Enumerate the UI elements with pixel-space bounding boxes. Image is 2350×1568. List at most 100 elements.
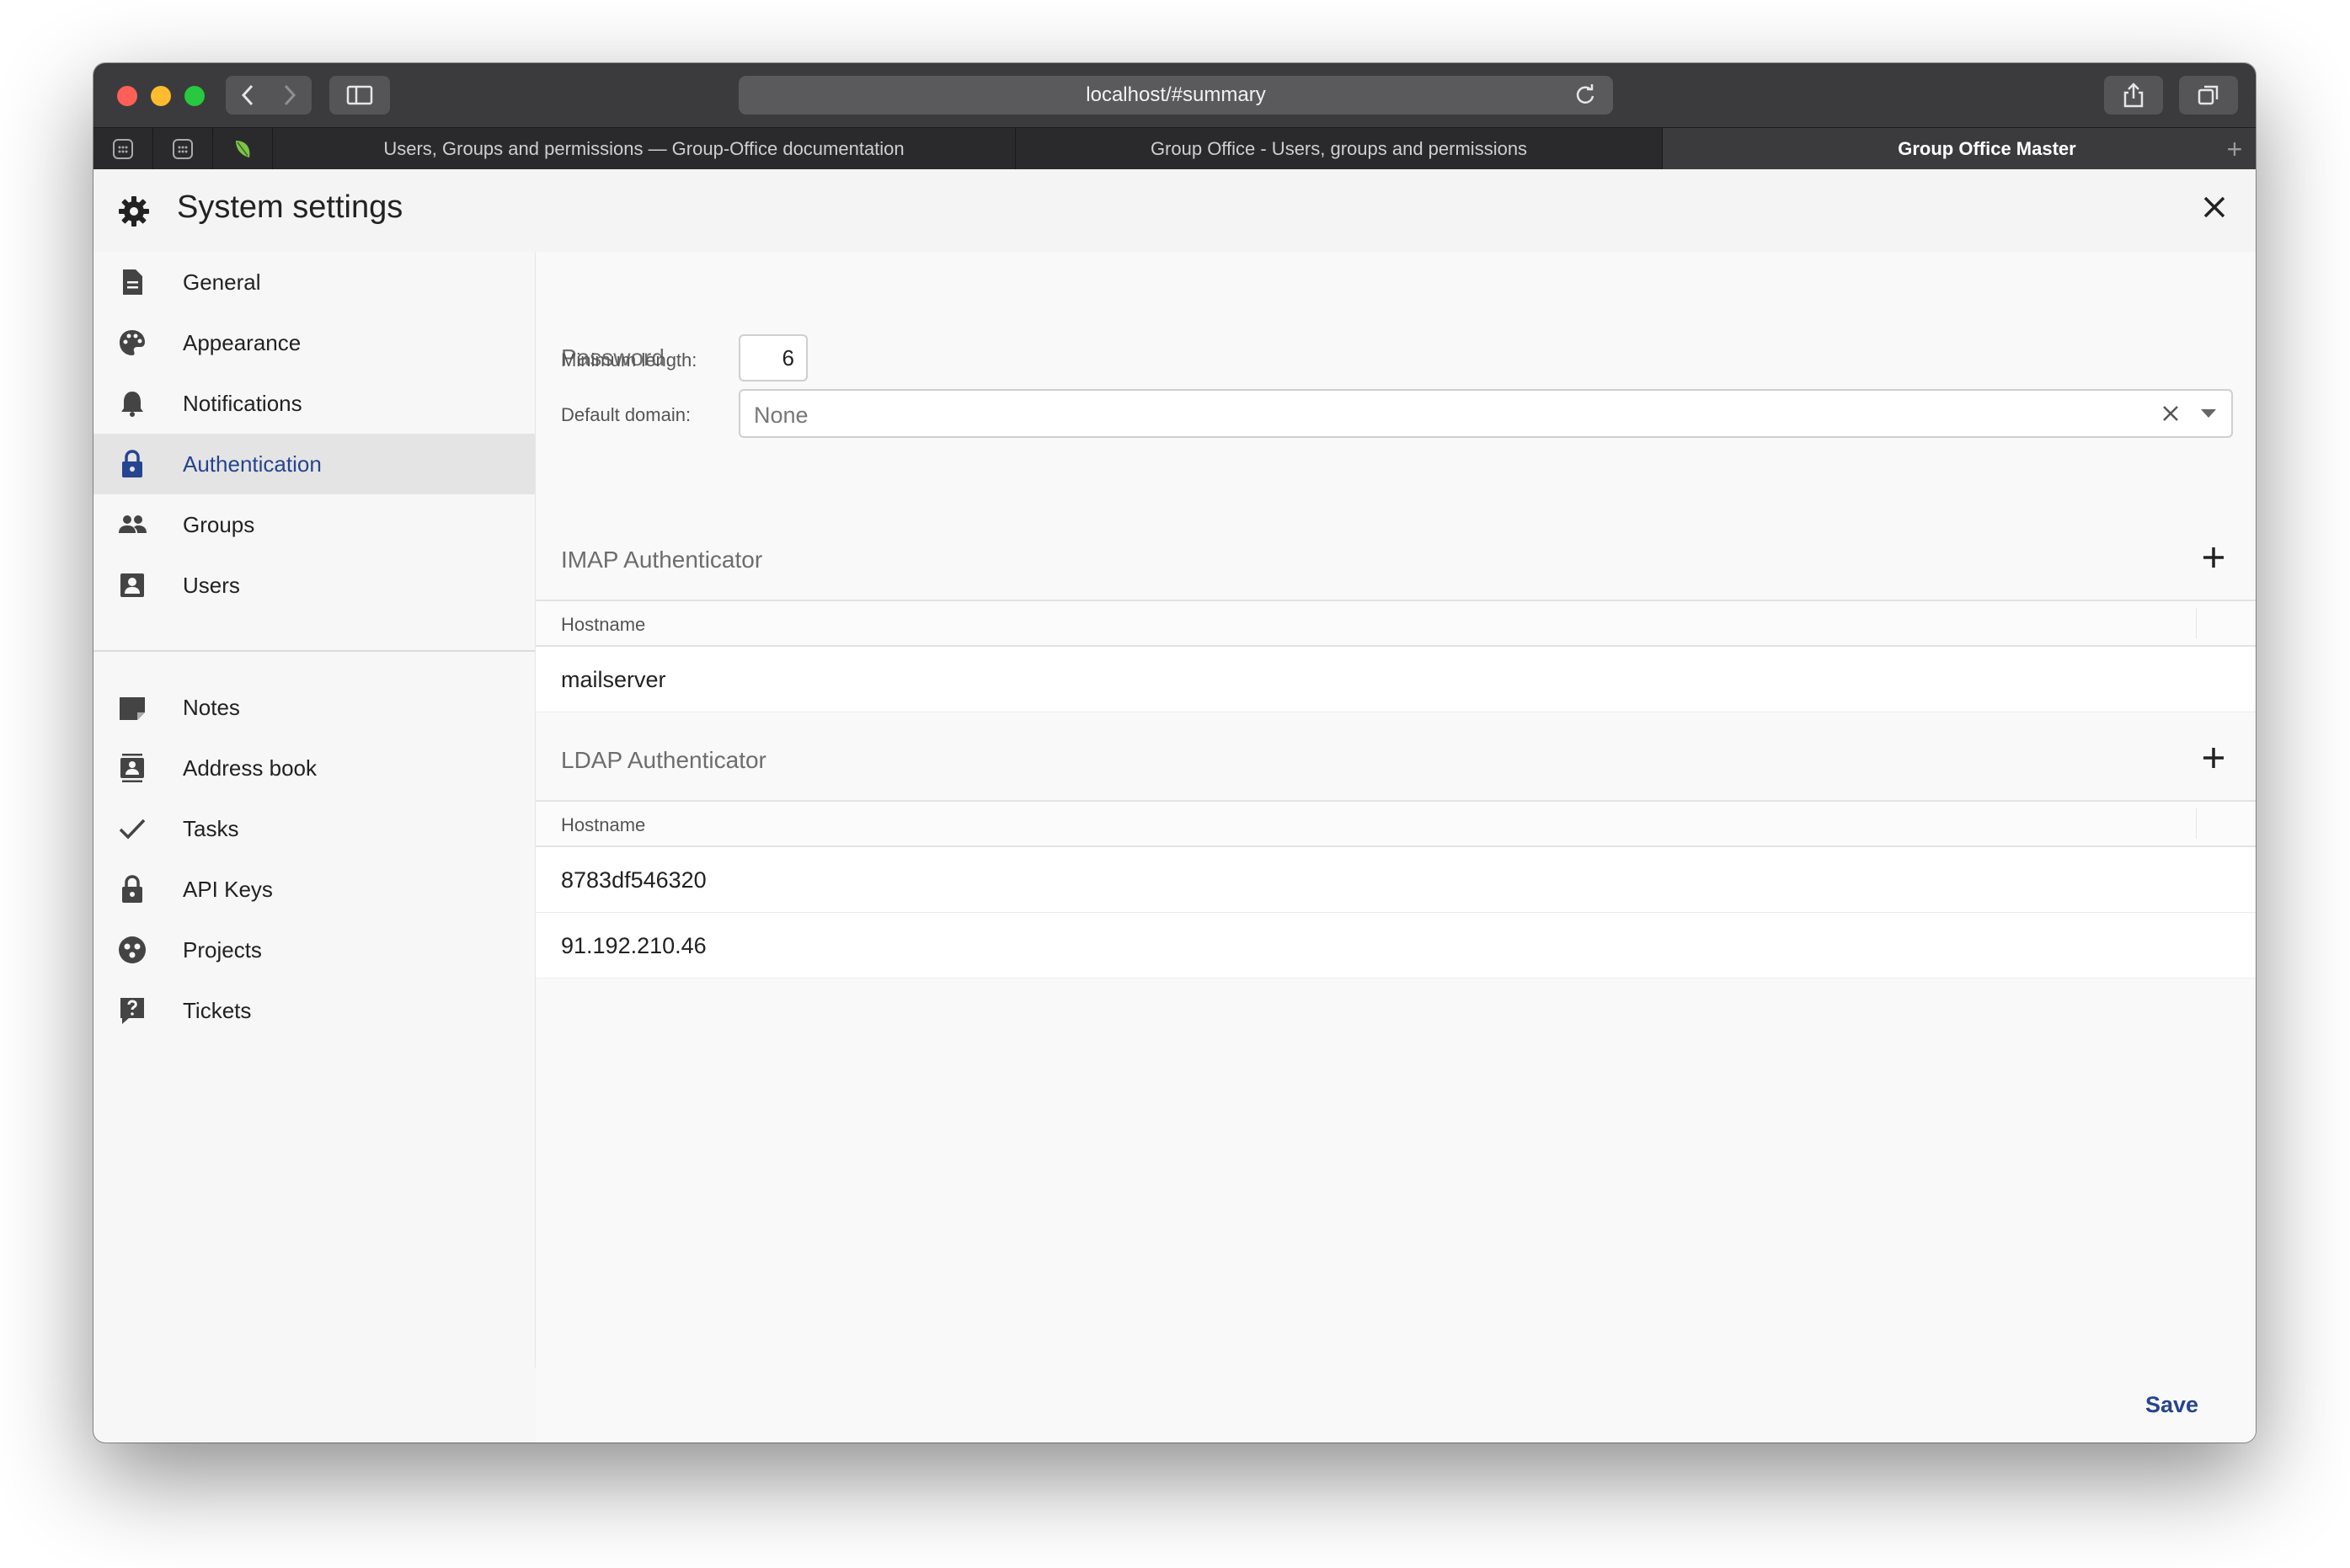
sidebar-icon [346, 85, 373, 105]
sidebar-item-label: Projects [183, 936, 262, 963]
back-button[interactable] [227, 83, 269, 107]
sidebar-item-groups[interactable]: Groups [93, 494, 535, 555]
sidebar-item-tasks[interactable]: Tasks [93, 798, 535, 859]
question-icon [120, 998, 144, 1024]
close-window-button[interactable] [117, 86, 137, 106]
share-button[interactable] [2104, 76, 2163, 115]
min-length-label: Minimum length: [561, 349, 697, 371]
tab-overview-button[interactable] [2179, 76, 2238, 115]
sidebar-item-label: Users [183, 572, 240, 598]
plus-icon [2203, 547, 2224, 568]
imap-section-title: IMAP Authenticator [561, 547, 763, 573]
tab-label: Users, Groups and permissions — Group-Of… [383, 138, 905, 159]
column-header-hostname[interactable]: Hostname [561, 814, 645, 836]
sidebar-item-label: Notifications [183, 390, 302, 416]
check-icon [119, 819, 146, 840]
tab-label: Group Office Master [1898, 138, 2076, 159]
address-bar[interactable]: localhost/#summary [739, 76, 1613, 115]
add-ldap-button[interactable] [2201, 745, 2226, 775]
minimize-window-button[interactable] [151, 86, 171, 106]
sidebar-item-authentication[interactable]: Authentication [93, 434, 535, 494]
add-imap-button[interactable] [2201, 545, 2226, 574]
chevron-down-icon[interactable] [2201, 409, 2216, 418]
sidebar-item-users[interactable]: Users [93, 555, 535, 616]
url-text: localhost/#summary [1086, 83, 1266, 106]
share-icon [2123, 83, 2144, 108]
ldap-grid-header: Hostname [536, 800, 2256, 847]
save-button[interactable]: Save [2140, 1391, 2203, 1419]
sidebar-item-api-keys[interactable]: API Keys [93, 859, 535, 920]
sidebar-item-notes[interactable]: Notes [93, 677, 535, 738]
settings-sidebar: General Appearance Notifications Authent… [93, 252, 536, 1368]
gear-icon [119, 196, 149, 227]
table-row[interactable]: mailserver [536, 647, 2256, 712]
new-tab-button[interactable]: + [2214, 128, 2256, 170]
sidebar-divider [93, 650, 535, 652]
settings-content: Password Minimum length: Default domain:… [536, 252, 2256, 1443]
palette-icon [120, 330, 145, 355]
sidebar-item-projects[interactable]: Projects [93, 920, 535, 980]
sidebar-item-label: Appearance [183, 329, 302, 355]
clear-domain-button[interactable] [2160, 403, 2181, 428]
column-header-hostname[interactable]: Hostname [561, 614, 645, 636]
bell-icon [121, 392, 143, 417]
browser-tab-1[interactable]: Group Office - Users, groups and permiss… [1016, 128, 1663, 170]
sidebar-item-label: Authentication [183, 451, 322, 477]
address-book-icon [120, 754, 144, 782]
column-divider [2196, 808, 2197, 839]
tabs-icon [2198, 85, 2219, 105]
sidebar-item-label: API Keys [183, 876, 273, 902]
hostname-cell: 8783df546320 [561, 867, 707, 893]
document-icon [123, 269, 142, 295]
sidebar-item-address-book[interactable]: Address book [93, 738, 535, 798]
calendar-grid-icon [173, 139, 193, 159]
pinned-tab-2[interactable] [153, 128, 213, 170]
plus-icon [2203, 748, 2224, 768]
hostname-cell: 91.192.210.46 [561, 933, 707, 958]
hostname-cell: mailserver [561, 667, 666, 692]
back-forward-group [226, 76, 312, 115]
sidebar-item-tickets[interactable]: Tickets [93, 980, 535, 1041]
close-icon [2163, 406, 2178, 421]
sidebar-item-label: Notes [183, 694, 240, 720]
ldap-section-title: LDAP Authenticator [561, 747, 766, 773]
group-icon [119, 515, 147, 533]
leaf-icon [236, 141, 250, 157]
note-icon [120, 697, 145, 720]
sidebar-item-label: Groups [183, 511, 255, 537]
min-length-input[interactable] [739, 334, 808, 381]
reload-button[interactable] [1574, 84, 1596, 112]
close-dialog-button[interactable] [2202, 195, 2227, 224]
lock-icon [122, 875, 142, 903]
default-domain-value: None [754, 403, 809, 428]
zoom-window-button[interactable] [184, 86, 205, 106]
forward-button[interactable] [269, 83, 311, 107]
sidebar-toggle-button[interactable] [329, 76, 390, 115]
sidebar-item-label: Tasks [183, 815, 239, 841]
lock-icon [122, 450, 142, 477]
browser-tab-2[interactable]: Group Office Master [1663, 128, 2256, 170]
sidebar-item-notifications[interactable]: Notifications [93, 373, 535, 434]
browser-tabbar: Users, Groups and permissions — Group-Of… [93, 127, 2256, 170]
chevron-right-icon [284, 84, 296, 106]
user-card-icon [120, 573, 144, 597]
default-domain-combo[interactable]: None [739, 389, 2233, 438]
sidebar-item-appearance[interactable]: Appearance [93, 312, 535, 373]
browser-tab-0[interactable]: Users, Groups and permissions — Group-Of… [273, 128, 1016, 170]
table-row[interactable]: 91.192.210.46 [536, 913, 2256, 979]
tab-label: Group Office - Users, groups and permiss… [1150, 138, 1528, 159]
browser-titlebar: localhost/#summary [93, 63, 2256, 127]
dialog-title: System settings [177, 189, 403, 225]
sidebar-item-general[interactable]: General [93, 252, 535, 312]
calendar-grid-icon [113, 139, 133, 159]
imap-grid-header: Hostname [536, 600, 2256, 647]
reload-icon [1576, 84, 1594, 104]
chevron-left-icon [241, 84, 254, 106]
column-divider [2196, 608, 2197, 638]
dialog-header: System settings [93, 169, 2256, 252]
table-row[interactable]: 8783df546320 [536, 847, 2256, 913]
sidebar-item-label: Address book [183, 755, 317, 781]
pinned-tab-3[interactable] [213, 128, 273, 170]
pinned-tab-1[interactable] [93, 128, 153, 170]
browser-window: localhost/#summary Users, Groups and per… [93, 63, 2256, 1443]
